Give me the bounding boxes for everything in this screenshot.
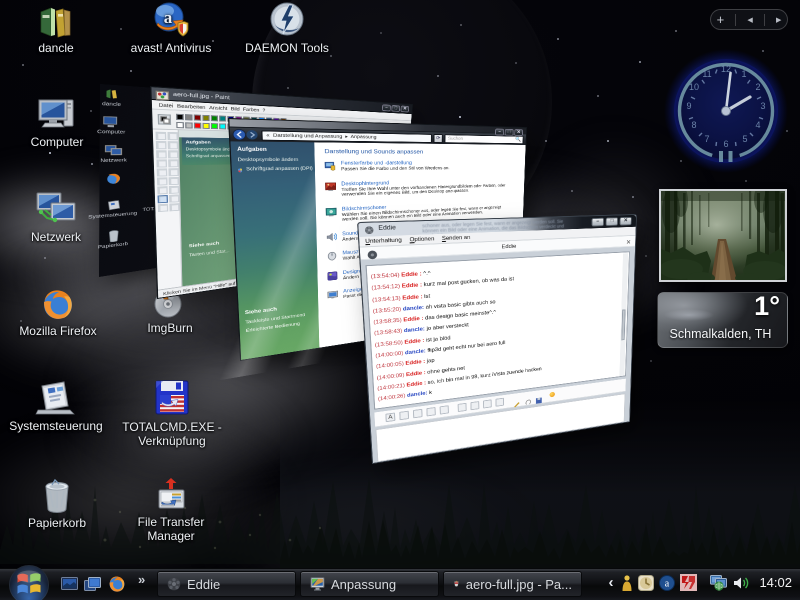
svg-text:11: 11 [702,69,711,79]
svg-text:a: a [164,8,173,27]
svg-text:9: 9 [686,101,691,111]
svg-text:3: 3 [760,101,765,111]
svg-text:5: 5 [742,134,747,144]
svg-text:2: 2 [755,82,760,92]
svg-text:a: a [665,578,670,589]
svg-text:8: 8 [691,120,696,130]
svg-text:1: 1 [741,69,746,79]
svg-text:4: 4 [755,120,760,130]
svg-text:7: 7 [704,134,709,144]
svg-text:10: 10 [689,82,699,92]
svg-text:6: 6 [723,139,728,149]
